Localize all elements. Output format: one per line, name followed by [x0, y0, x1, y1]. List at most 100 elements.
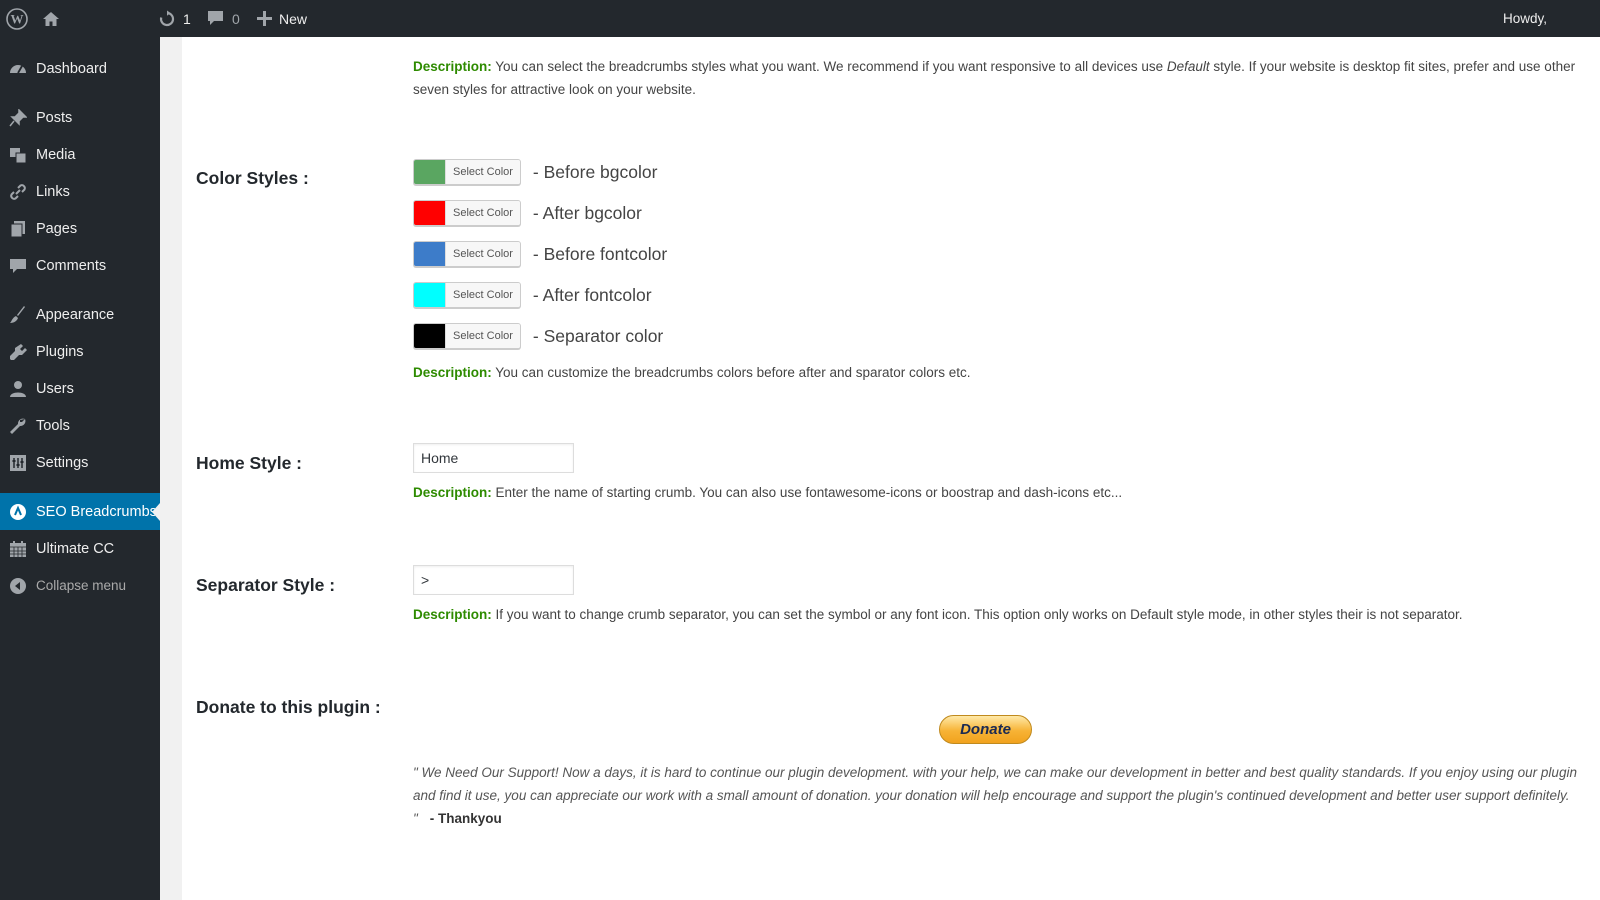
howdy-user-menu[interactable]: Howdy,	[1503, 0, 1547, 37]
sidebar-item-comments[interactable]: Comments	[0, 247, 160, 284]
separator-style-input[interactable]: >	[413, 565, 574, 595]
settings-panel: Description: You can select the breadcru…	[182, 37, 1600, 900]
home-icon[interactable]	[41, 0, 61, 37]
color-picker-before-fontcolor: Select Color - Before fontcolor	[413, 241, 667, 267]
donate-thanks: - Thankyou	[429, 811, 502, 826]
sidebar-item-media[interactable]: Media	[0, 136, 160, 173]
dashboard-icon	[8, 59, 28, 79]
separator-style-description: Description: If you want to change crumb…	[413, 603, 1463, 626]
color-picker-name: - After bgcolor	[532, 202, 642, 223]
color-swatch	[414, 160, 445, 184]
color-picker-name: - Before fontcolor	[532, 243, 668, 264]
color-picker-after-bgcolor: Select Color - After bgcolor	[413, 200, 642, 226]
sidebar-item-label: Users	[36, 380, 74, 397]
brush-icon	[8, 305, 28, 325]
description-label: Description:	[413, 607, 492, 622]
user-icon	[8, 379, 28, 399]
select-color-label: Select Color	[445, 324, 520, 348]
separator-style-label: Separator Style :	[196, 575, 336, 595]
select-color-label: Select Color	[445, 160, 520, 184]
sidebar-item-label: Ultimate CC	[36, 540, 115, 557]
select-color-button[interactable]: Select Color	[413, 282, 521, 308]
description-text: You can select the breadcrumbs styles wh…	[491, 59, 1167, 74]
color-picker-before-bgcolor: Select Color - Before bgcolor	[413, 159, 657, 185]
donate-label: Donate to this plugin :	[196, 697, 381, 717]
color-picker-after-fontcolor: Select Color - After fontcolor	[413, 282, 652, 308]
new-label: New	[279, 10, 308, 27]
color-styles-label: Color Styles :	[196, 168, 309, 188]
description-label: Description:	[413, 59, 492, 74]
sidebar-item-label: Pages	[36, 220, 78, 237]
plus-icon	[257, 11, 272, 26]
sidebar-item-label: Tools	[36, 417, 70, 434]
collapse-icon	[8, 576, 28, 596]
color-swatch	[414, 324, 445, 348]
description-label: Description:	[413, 365, 492, 380]
admin-bar: W 1 0 New Howdy,	[0, 0, 1600, 37]
wrench-icon	[8, 416, 28, 436]
comment-icon	[8, 256, 28, 276]
select-color-button[interactable]: Select Color	[413, 200, 521, 226]
howdy-label: Howdy,	[1503, 11, 1548, 26]
sidebar-item-label: Media	[36, 146, 76, 163]
sidebar-item-label: Appearance	[36, 306, 115, 323]
select-color-button[interactable]: Select Color	[413, 241, 521, 267]
sidebar-item-ultimate-cc[interactable]: Ultimate CC	[0, 530, 160, 567]
color-swatch	[414, 242, 445, 266]
color-picker-name: - Before bgcolor	[532, 161, 658, 182]
description-label: Description:	[413, 485, 492, 500]
color-picker-name: - After fontcolor	[532, 284, 652, 305]
styles-description: Description: You can select the breadcru…	[413, 55, 1583, 101]
sidebar-item-label: Links	[36, 183, 70, 200]
pin-icon	[8, 108, 28, 128]
sidebar-item-label: Settings	[36, 454, 89, 471]
sidebar-item-label: Comments	[36, 257, 107, 274]
sidebar-item-pages[interactable]: Pages	[0, 210, 160, 247]
svg-text:W: W	[11, 11, 24, 26]
sidebar-item-label: Posts	[36, 109, 73, 126]
home-style-label: Home Style :	[196, 453, 302, 473]
sidebar-item-appearance[interactable]: Appearance	[0, 296, 160, 333]
media-icon	[8, 145, 28, 165]
link-icon	[8, 182, 28, 202]
sidebar-item-seo-breadcrumbs[interactable]: SEO Breadcrumbs	[0, 493, 160, 530]
comments-count: 0	[232, 10, 240, 27]
home-style-input[interactable]: Home	[413, 443, 574, 473]
sidebar-item-users[interactable]: Users	[0, 370, 160, 407]
donate-button[interactable]: Donate	[939, 715, 1032, 744]
description-emphasis: Default	[1166, 59, 1210, 74]
comments-menu[interactable]: 0	[207, 0, 240, 37]
description-text: If you want to change crumb separator, y…	[491, 607, 1463, 622]
description-text: You can customize the breadcrumbs colors…	[491, 365, 971, 380]
sidebar-item-settings[interactable]: Settings	[0, 444, 160, 481]
sidebar-item-label: Plugins	[36, 343, 84, 360]
sidebar-item-posts[interactable]: Posts	[0, 99, 160, 136]
sidebar-item-label: SEO Breadcrumbs	[36, 503, 157, 520]
plugin-icon	[8, 342, 28, 362]
sidebar-item-plugins[interactable]: Plugins	[0, 333, 160, 370]
select-color-button[interactable]: Select Color	[413, 159, 521, 185]
home-style-description: Description: Enter the name of starting …	[413, 481, 1122, 504]
color-picker-name: - Separator color	[532, 325, 664, 346]
wordpress-logo-icon[interactable]: W	[6, 0, 28, 37]
select-color-button[interactable]: Select Color	[413, 323, 521, 349]
color-picker-separator-color: Select Color - Separator color	[413, 323, 663, 349]
breadcrumbs-icon	[8, 502, 28, 522]
settings-icon	[8, 453, 28, 473]
admin-sidebar: Dashboard Posts Media Links Pages Commen…	[0, 37, 160, 900]
calendar-icon	[8, 539, 28, 559]
sidebar-item-dashboard[interactable]: Dashboard	[0, 50, 160, 87]
sidebar-item-collapse-menu[interactable]: Collapse menu	[0, 567, 160, 604]
updates-count: 1	[183, 10, 191, 27]
sidebar-item-label: Dashboard	[36, 60, 107, 77]
sidebar-item-links[interactable]: Links	[0, 173, 160, 210]
sidebar-item-tools[interactable]: Tools	[0, 407, 160, 444]
new-content-menu[interactable]: New	[257, 0, 307, 37]
donate-quote: " We Need Our Support! Now a days, it is…	[413, 761, 1583, 830]
sidebar-item-label: Collapse menu	[36, 578, 127, 593]
color-styles-description: Description: You can customize the bread…	[413, 361, 971, 384]
select-color-label: Select Color	[445, 242, 520, 266]
updates-menu[interactable]: 1	[158, 0, 191, 37]
comment-icon	[207, 10, 224, 27]
color-swatch	[414, 201, 445, 225]
